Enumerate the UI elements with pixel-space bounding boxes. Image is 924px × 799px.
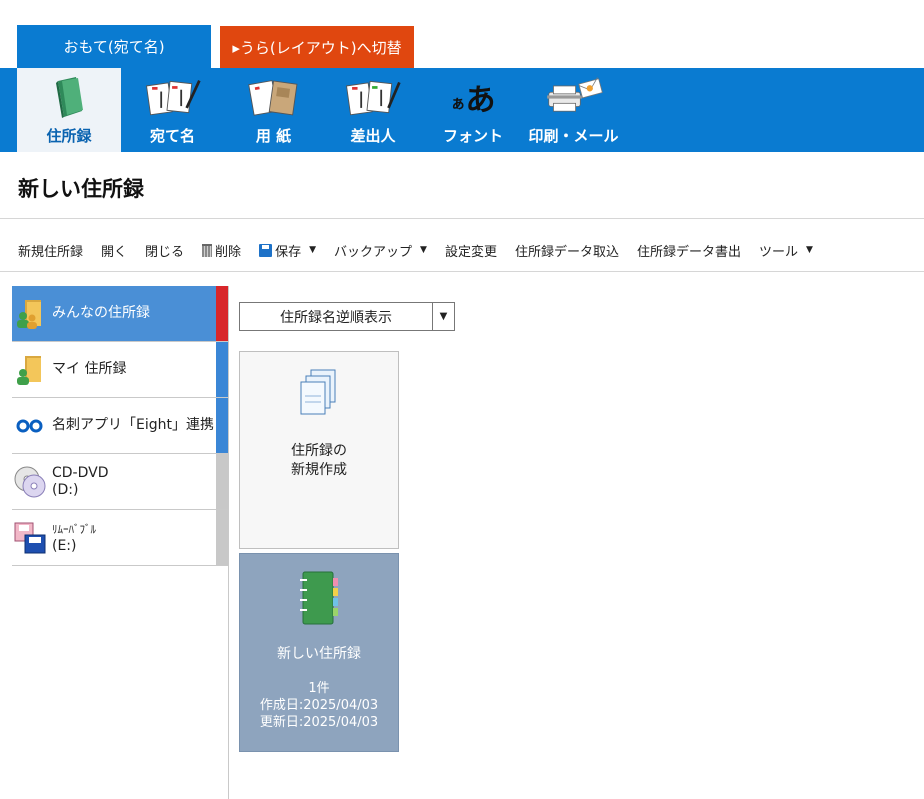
drive-letter: (D:) — [52, 481, 79, 498]
postcard-pen-icon — [143, 75, 203, 119]
created-date: 作成日:2025/04/03 — [259, 698, 379, 713]
mode-tabs: おもて(宛て名) ▸うら(レイアウト)へ切替 — [0, 0, 924, 68]
toolbar-label: ツール — [758, 244, 798, 260]
font-a-icon: ぁあ — [443, 75, 503, 119]
printer-mail-icon — [544, 75, 604, 119]
save-button[interactable]: 保存 ▼ — [250, 235, 325, 265]
ribbon-print-mail-button[interactable]: 印刷・メール — [523, 68, 624, 152]
ribbon-label: 用 紙 — [255, 127, 292, 145]
close-button[interactable]: 閉じる — [136, 235, 193, 265]
font-glyph-big: あ — [465, 83, 496, 118]
trash-icon — [202, 243, 213, 257]
delete-button[interactable]: 削除 — [193, 235, 250, 265]
sidebar-item-eight-link[interactable]: 名刺アプリ「Eight」連携 — [12, 398, 229, 454]
address-book-name: 新しい住所録 — [277, 646, 361, 662]
sidebar-divider — [228, 286, 229, 799]
sidebar-item-label: CD-DVD — [52, 464, 109, 481]
ribbon-label: 住所録 — [46, 127, 92, 145]
sidebar-item-label: マイ 住所録 — [52, 361, 127, 377]
sidebar-item-shared-address-book[interactable]: みんなの住所録 — [12, 286, 229, 342]
sidebar-item-text: CD-DVD (D:) — [52, 465, 109, 499]
paper-icon — [244, 75, 304, 119]
sort-order-select[interactable]: 住所録名逆順表示 ▼ — [239, 302, 455, 331]
floppy-disk-icon — [259, 243, 273, 257]
entry-count: 1件 — [308, 681, 330, 696]
page-title: 新しい住所録 — [18, 177, 144, 201]
toolbar-label: 住所録データ取込 — [514, 244, 619, 260]
address-book-notebook-icon — [295, 568, 343, 628]
new-card-line: 新規作成 — [291, 462, 347, 478]
toolbar-label: バックアップ — [334, 244, 413, 260]
sidebar: みんなの住所録 マイ 住所録 名刺アプリ「Eight」連携 CD-DVD (D:… — [12, 286, 229, 566]
address-book-card[interactable]: 新しい住所録 1件 作成日:2025/04/03 更新日:2025/04/03 — [239, 553, 399, 752]
tools-button[interactable]: ツール ▼ — [750, 235, 822, 265]
sidebar-item-label: 名刺アプリ「Eight」連携 — [52, 417, 214, 433]
my-folder-icon — [12, 350, 48, 390]
updated-date: 更新日:2025/04/03 — [259, 715, 379, 730]
sidebar-item-cd-dvd[interactable]: CD-DVD (D:) — [12, 454, 229, 510]
toolbar-label: 削除 — [215, 244, 242, 260]
chevron-down-icon: ▼ — [806, 245, 813, 255]
chevron-down-icon: ▼ — [432, 303, 454, 330]
drive-letter: (E:) — [52, 537, 77, 554]
open-button[interactable]: 開く — [92, 235, 136, 265]
new-address-book-button[interactable]: 新規住所録 — [0, 235, 92, 265]
toolbar-label: 新規住所録 — [18, 244, 84, 260]
sidebar-item-removable[interactable]: ﾘﾑｰﾊﾞﾌﾞﾙ (E:) — [12, 510, 229, 566]
sender-postcard-icon — [343, 75, 403, 119]
chevron-down-icon: ▼ — [309, 245, 316, 255]
new-document-icon — [295, 366, 343, 426]
removable-disk-icon — [12, 518, 48, 558]
new-card-line: 住所録の — [291, 443, 347, 459]
ribbon-label: フォント — [442, 127, 503, 145]
address-book-icon — [39, 75, 99, 119]
sidebar-item-label: みんなの住所録 — [52, 305, 150, 321]
divider — [0, 271, 924, 272]
settings-change-button[interactable]: 設定変更 — [436, 235, 506, 265]
ribbon-sender-button[interactable]: 差出人 — [323, 68, 423, 152]
shared-folder-icon — [12, 294, 48, 334]
toolbar-label: 開く — [101, 244, 128, 260]
sort-label: 住所録名逆順表示 — [280, 309, 392, 326]
export-data-button[interactable]: 住所録データ書出 — [628, 235, 750, 265]
tab-switch-back-layout[interactable]: ▸うら(レイアウト)へ切替 — [220, 26, 414, 68]
ribbon-recipient-button[interactable]: 宛て名 — [121, 68, 224, 152]
backup-button[interactable]: バックアップ ▼ — [325, 235, 436, 265]
font-glyph-small: ぁ — [450, 94, 466, 112]
sidebar-item-text: ﾘﾑｰﾊﾞﾌﾞﾙ (E:) — [52, 521, 96, 555]
ribbon-label: 印刷・メール — [528, 127, 619, 145]
sidebar-item-my-address-book[interactable]: マイ 住所録 — [12, 342, 229, 398]
ribbon-font-button[interactable]: ぁあ フォント — [423, 68, 523, 152]
toolbar-label: 設定変更 — [444, 244, 497, 260]
cd-dvd-icon — [12, 462, 48, 502]
divider — [0, 218, 924, 219]
chevron-down-icon: ▼ — [420, 245, 427, 255]
toolbar-label: 住所録データ書出 — [636, 244, 741, 260]
toolbar-label: 保存 — [275, 244, 302, 260]
import-data-button[interactable]: 住所録データ取込 — [506, 235, 628, 265]
new-address-book-card[interactable]: 住所録の 新規作成 — [239, 351, 399, 549]
new-card-text: 住所録の 新規作成 — [240, 442, 398, 480]
eight-logo-icon — [12, 406, 48, 446]
address-book-meta: 1件 作成日:2025/04/03 更新日:2025/04/03 — [240, 680, 398, 731]
main-ribbon: 住所録 宛て名 用 紙 差出人 ぁ あ フォント 印刷・メール — [0, 68, 924, 152]
address-book-toolbar: 新規住所録 開く 閉じる 削除 保存 ▼ バックアップ ▼ 設定変更 住所録デー… — [0, 232, 924, 268]
ribbon-label: 宛て名 — [149, 127, 195, 145]
tab-front-address[interactable]: おもて(宛て名) — [17, 25, 211, 68]
sidebar-item-label: ﾘﾑｰﾊﾞﾌﾞﾙ — [52, 522, 96, 536]
toolbar-label: 閉じる — [145, 244, 185, 260]
ribbon-paper-button[interactable]: 用 紙 — [224, 68, 323, 152]
ribbon-label: 差出人 — [350, 127, 396, 145]
ribbon-address-book-button[interactable]: 住所録 — [17, 68, 121, 152]
